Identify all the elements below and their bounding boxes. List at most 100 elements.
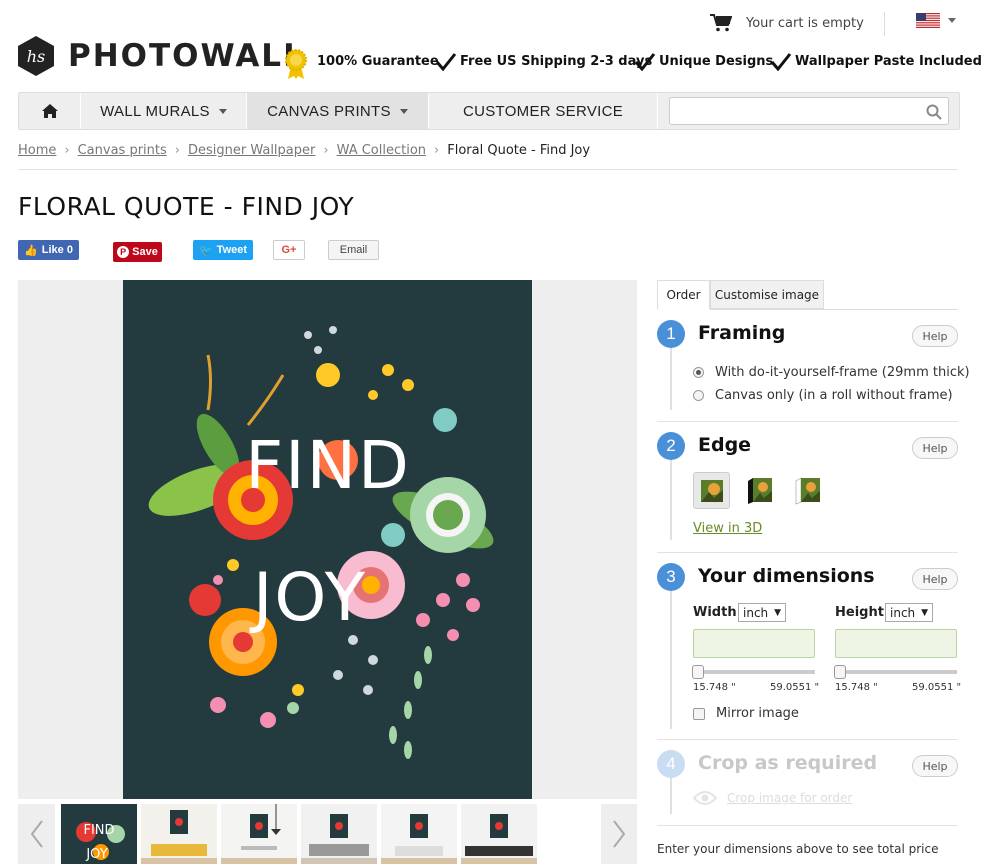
step-3-title: Your dimensions [698,565,875,587]
edge-image-icon [700,479,723,502]
cart-status: Your cart is empty [746,15,864,31]
step-2-title: Edge [698,434,752,456]
logo[interactable]: hs PHOTOWALL [18,36,305,76]
cart-icon [710,14,732,32]
step-1-number: 1 [657,320,685,348]
tab-order[interactable]: Order [657,280,710,310]
view-in-3d-link[interactable]: View in 3D [693,521,762,536]
thumbnail-3[interactable] [221,804,297,864]
breadcrumb-wa-collection[interactable]: WA Collection [337,143,426,158]
twitter-tweet-button[interactable]: 🐦 Tweet [193,240,253,260]
dimensions-help-button[interactable]: Help [912,568,958,590]
edge-option-white[interactable] [789,472,826,509]
thumbnail-6[interactable] [461,804,537,864]
thumbnail-1[interactable]: FIND JOY [61,804,137,864]
step-4-title: Crop as required [698,752,878,774]
framing-help-button[interactable]: Help [912,325,958,347]
twitter-icon: 🐦 [198,244,213,257]
step-3-number: 3 [657,563,685,591]
step-connector [670,776,672,814]
breadcrumb-home[interactable]: Home [18,143,56,158]
step-divider [657,739,958,740]
crop-image-link[interactable]: Crop image for order [693,791,852,805]
chevron-left-icon [30,820,43,848]
step-divider [657,552,958,553]
svg-text:JOY: JOY [85,847,107,862]
page: hs PHOTOWALL Your cart is empty 100% Gua… [0,0,983,864]
image-text-joy: JOY [249,559,367,636]
thumbnail-4[interactable] [301,804,377,864]
thumbnail-next-button[interactable] [601,804,637,864]
chevron-right-icon: › [174,143,180,158]
check-icon [435,53,457,71]
radio-button[interactable] [693,367,704,378]
page-title: FLORAL QUOTE - FIND JOY [18,192,355,221]
photowall-logo-icon: hs [18,36,54,76]
mirror-checkbox[interactable] [693,707,705,720]
nav-home[interactable] [19,93,81,129]
cart[interactable]: Your cart is empty [710,14,864,32]
edge-help-button[interactable]: Help [912,437,958,459]
eye-icon [693,791,717,805]
width-max: 59.0551 " [770,682,820,693]
mirror-image-option[interactable]: Mirror image [693,706,799,721]
step-4-number: 4 [657,750,685,778]
pinterest-save-button[interactable]: P Save [113,242,162,262]
guarantee-3: Unique Designs [659,54,774,69]
product-image-area[interactable]: FIND JOY [18,280,637,799]
breadcrumb-current: Floral Quote - Find Joy [447,143,591,158]
radio-button[interactable] [693,390,704,401]
height-slider-handle[interactable] [834,665,846,679]
check-icon [770,53,792,71]
chevron-right-icon: › [64,143,70,158]
edge-white-icon [795,476,820,504]
nav-wall-murals[interactable]: WALL MURALS [81,93,247,129]
breadcrumb-canvas-prints[interactable]: Canvas prints [78,143,167,158]
width-unit-select[interactable]: inch ▼ [738,603,786,622]
breadcrumb-designer-wallpaper[interactable]: Designer Wallpaper [188,143,315,158]
width-min: 15.748 " [693,682,736,693]
step-connector [670,458,672,540]
tab-customise-image[interactable]: Customise image [710,280,824,309]
height-unit-select[interactable]: inch ▼ [885,603,933,622]
width-label: Width [693,605,737,620]
price-note: Enter your dimensions above to see total… [657,842,939,856]
search-input[interactable] [669,97,949,125]
nav-canvas-prints[interactable]: CANVAS PRINTS [247,93,429,129]
chevron-right-icon [613,820,626,848]
height-label: Height [835,605,884,620]
nav-customer-service[interactable]: CUSTOMER SERVICE [429,93,658,129]
main-nav: WALL MURALS CANVAS PRINTS CUSTOMER SERVI… [18,92,960,130]
crop-help-button[interactable]: Help [912,755,958,777]
facebook-like-button[interactable]: 👍 Like 0 [18,240,79,260]
width-slider-track[interactable] [693,670,815,674]
width-input[interactable] [693,629,815,658]
edge-option-black[interactable] [741,472,778,509]
chevron-right-icon: › [434,143,440,158]
height-slider-track[interactable] [835,670,957,674]
step-1-title: Framing [698,322,786,344]
chevron-down-icon [948,18,956,23]
breadcrumb-divider [18,169,958,170]
framing-option-canvas-only[interactable]: Canvas only (in a roll without frame) [693,388,953,403]
svg-text:FIND: FIND [83,823,114,838]
image-text-find: FIND [245,427,411,504]
email-button[interactable]: Email [328,240,379,260]
guarantee-1: 100% Guarantee [317,54,439,69]
search-icon[interactable] [926,104,942,120]
chevron-down-icon: ▼ [774,607,781,618]
edge-option-image-wrap[interactable] [693,472,730,509]
google-plus-button[interactable]: G+ [273,240,305,260]
thumbnail-prev-button[interactable] [18,804,55,864]
chevron-down-icon [399,108,408,114]
thumbnail-2[interactable] [141,804,217,864]
height-min: 15.748 " [835,682,878,693]
width-slider-handle[interactable] [692,665,704,679]
height-input[interactable] [835,629,957,658]
country-selector[interactable] [916,13,956,28]
framing-option-diy-frame[interactable]: With do-it-yourself-frame (29mm thick) [693,365,970,380]
svg-text:hs: hs [27,47,46,66]
guarantee-2: Free US Shipping 2-3 days [460,54,653,69]
height-max: 59.0551 " [912,682,962,693]
thumbnail-5[interactable] [381,804,457,864]
